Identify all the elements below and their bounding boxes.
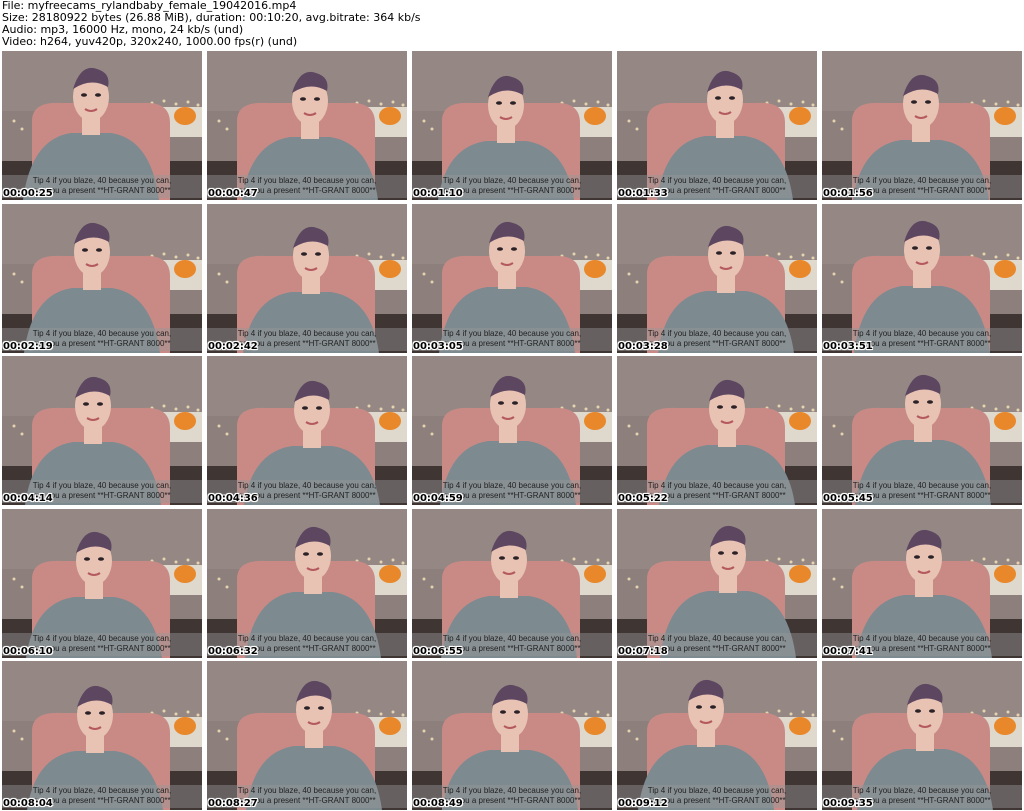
frame-timestamp: 00:05:45: [823, 493, 873, 505]
caption-line-1: Tip 4 if you blaze, 40 because you can,: [852, 633, 992, 643]
video-frame-thumbnail: Tip 4 if you blaze, 40 because you can, g…: [207, 508, 407, 658]
file-name-line: File: myfreecams_rylandbaby_female_19042…: [2, 0, 297, 12]
caption-line-1: Tip 4 if you blaze, 40 because you can,: [852, 176, 992, 185]
video-frame-thumbnail: Tip 4 if you blaze, 40 because you can, g…: [2, 51, 202, 200]
caption-line-1: Tip 4 if you blaze, 40 because you can,: [442, 786, 582, 796]
caption-line-1: Tip 4 if you blaze, 40 because you can,: [852, 786, 992, 796]
file-size-line: Size: 28180922 bytes (26.88 MiB), durati…: [2, 12, 421, 24]
caption-line-1: Tip 4 if you blaze, 40 because you can,: [442, 633, 582, 643]
video-frame-thumbnail: Tip 4 if you blaze, 40 because you can, g…: [822, 661, 1022, 811]
frame-timestamp: 00:04:14: [3, 493, 53, 505]
video-frame-thumbnail: Tip 4 if you blaze, 40 because you can, g…: [822, 51, 1022, 200]
caption-line-1: Tip 4 if you blaze, 40 because you can,: [237, 633, 377, 643]
caption-line-1: Tip 4 if you blaze, 40 because you can,: [237, 328, 377, 338]
audio-info-line: Audio: mp3, 16000 Hz, mono, 24 kb/s (und…: [2, 24, 244, 36]
frame-timestamp: 00:08:04: [3, 798, 53, 810]
frame-timestamp: 00:08:27: [208, 798, 258, 810]
file-info-header: File: myfreecams_rylandbaby_female_19042…: [2, 0, 1022, 50]
frame-timestamp: 00:00:25: [3, 188, 53, 199]
frame-timestamp: 00:03:28: [618, 340, 668, 352]
frame-timestamp: 00:01:33: [618, 188, 668, 199]
frame-timestamp: 00:01:10: [413, 188, 463, 199]
caption-line-1: Tip 4 if you blaze, 40 because you can,: [647, 328, 787, 338]
frame-timestamp: 00:09:35: [823, 798, 873, 810]
frame-timestamp: 00:03:05: [413, 340, 463, 352]
video-frame-thumbnail: Tip 4 if you blaze, 40 because you can, g…: [412, 508, 612, 658]
caption-line-1: Tip 4 if you blaze, 40 because you can,: [32, 176, 172, 185]
video-frame-thumbnail: Tip 4 if you blaze, 40 because you can, g…: [2, 356, 202, 506]
caption-line-1: Tip 4 if you blaze, 40 because you can,: [237, 176, 377, 185]
caption-line-1: Tip 4 if you blaze, 40 because you can,: [647, 176, 787, 185]
frame-timestamp: 00:06:32: [208, 645, 258, 657]
frame-timestamp: 00:04:36: [208, 493, 258, 505]
frame-timestamp: 00:00:47: [208, 188, 258, 199]
video-frame-thumbnail: Tip 4 if you blaze, 40 because you can, g…: [617, 51, 817, 200]
frame-timestamp: 00:01:56: [823, 188, 873, 199]
video-frame-thumbnail: Tip 4 if you blaze, 40 because you can, g…: [2, 661, 202, 811]
caption-line-1: Tip 4 if you blaze, 40 because you can,: [32, 328, 172, 338]
frame-timestamp: 00:09:12: [618, 798, 668, 810]
video-frame-thumbnail: Tip 4 if you blaze, 40 because you can, g…: [617, 661, 817, 811]
video-frame-thumbnail: Tip 4 if you blaze, 40 because you can, g…: [2, 508, 202, 658]
video-frame-thumbnail: Tip 4 if you blaze, 40 because you can, g…: [2, 203, 202, 353]
video-frame-thumbnail: Tip 4 if you blaze, 40 because you can, g…: [412, 203, 612, 353]
frame-timestamp: 00:08:49: [413, 798, 463, 810]
frame-timestamp: 00:06:55: [413, 645, 463, 657]
video-frame-thumbnail: Tip 4 if you blaze, 40 because you can, g…: [822, 508, 1022, 658]
caption-line-1: Tip 4 if you blaze, 40 because you can,: [852, 481, 992, 491]
video-info-line: Video: h264, yuv420p, 320x240, 1000.00 f…: [2, 36, 298, 48]
frame-timestamp: 00:07:18: [618, 645, 668, 657]
caption-line-1: Tip 4 if you blaze, 40 because you can,: [647, 786, 787, 796]
video-frame-thumbnail: Tip 4 if you blaze, 40 because you can, g…: [822, 356, 1022, 506]
video-frame-thumbnail: Tip 4 if you blaze, 40 because you can, g…: [822, 203, 1022, 353]
video-frame-thumbnail: Tip 4 if you blaze, 40 because you can, g…: [617, 356, 817, 506]
frame-timestamp: 00:02:42: [208, 340, 258, 352]
caption-line-1: Tip 4 if you blaze, 40 because you can,: [237, 481, 377, 491]
frame-timestamp: 00:06:10: [3, 645, 53, 657]
caption-line-1: Tip 4 if you blaze, 40 because you can,: [442, 328, 582, 338]
caption-line-1: Tip 4 if you blaze, 40 because you can,: [852, 328, 992, 338]
video-frame-thumbnail: Tip 4 if you blaze, 40 because you can, g…: [412, 661, 612, 811]
video-frame-thumbnail: Tip 4 if you blaze, 40 because you can, g…: [207, 203, 407, 353]
caption-line-1: Tip 4 if you blaze, 40 because you can,: [237, 786, 377, 796]
caption-line-1: Tip 4 if you blaze, 40 because you can,: [32, 633, 172, 643]
caption-line-1: Tip 4 if you blaze, 40 because you can,: [442, 176, 582, 185]
video-frame-thumbnail: Tip 4 if you blaze, 40 because you can, g…: [207, 356, 407, 506]
video-frame-thumbnail: Tip 4 if you blaze, 40 because you can, g…: [412, 356, 612, 506]
caption-line-1: Tip 4 if you blaze, 40 because you can,: [442, 481, 582, 491]
caption-line-1: Tip 4 if you blaze, 40 because you can,: [32, 786, 172, 796]
frame-timestamp: 00:05:22: [618, 493, 668, 505]
caption-line-1: Tip 4 if you blaze, 40 because you can,: [647, 481, 787, 491]
caption-line-1: Tip 4 if you blaze, 40 because you can,: [647, 633, 787, 643]
frame-timestamp: 00:07:41: [823, 645, 873, 657]
video-frame-thumbnail: Tip 4 if you blaze, 40 because you can, g…: [207, 661, 407, 811]
video-frame-thumbnail: Tip 4 if you blaze, 40 because you can, g…: [617, 203, 817, 353]
video-frame-thumbnail: Tip 4 if you blaze, 40 because you can, g…: [412, 51, 612, 200]
caption-line-1: Tip 4 if you blaze, 40 because you can,: [32, 481, 172, 491]
video-frame-thumbnail: Tip 4 if you blaze, 40 because you can, g…: [207, 51, 407, 200]
frame-timestamp: 00:04:59: [413, 493, 463, 505]
frame-timestamp: 00:03:51: [823, 340, 873, 352]
thumbnail-grid: Tip 4 if you blaze, 40 because you can, g…: [2, 51, 1022, 811]
video-frame-thumbnail: Tip 4 if you blaze, 40 because you can, g…: [617, 508, 817, 658]
frame-timestamp: 00:02:19: [3, 340, 53, 352]
